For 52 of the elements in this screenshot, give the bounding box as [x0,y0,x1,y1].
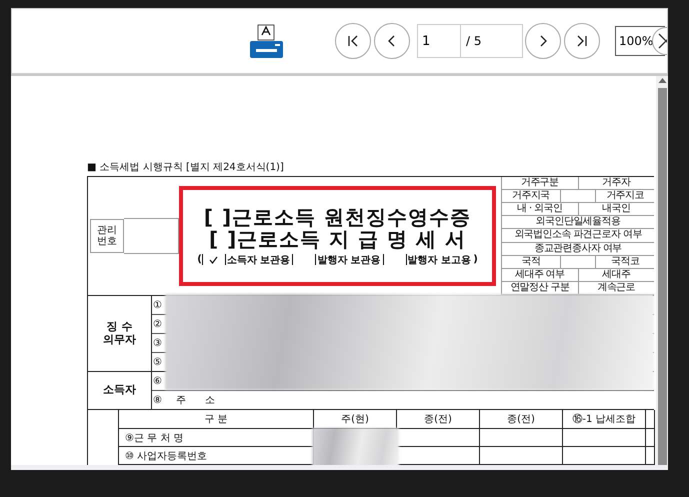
item-number: ⑤ [152,356,162,368]
info-cell-text: 외국인단일세율적용 [534,216,622,228]
page-field[interactable]: 1 / 5 [417,24,523,58]
item-number: ⑧ [152,394,162,406]
item-number: ③ [152,338,162,348]
management-number-cell [124,218,179,254]
info-cell-text: 거주지코 [605,190,645,202]
parenthesis: ) [473,254,478,265]
info-cell-text: 외국법인소속 파견근로자 여부 [513,229,643,242]
table-cell [646,410,655,429]
page-total: / 5 [465,33,482,50]
info-cell-text: 종교관련종사자 여부 [533,242,623,255]
column-header: 종(전) [397,410,480,429]
printer-icon[interactable] [248,24,285,58]
info-cell-text: 거주자 [601,177,632,190]
form-title: [ ]근로소득 지 급 명 세 서 [208,228,466,250]
item-label: 주 소 [176,394,216,407]
party-label: 소득자 [88,372,152,409]
column-header: ⑯-1 납세조합 [563,410,646,429]
form-title: [ ]근로소득 원천징수영수증 [204,206,472,228]
column-header: 구 분 [119,410,314,429]
copy-label: 발행자 보고용 [408,254,472,266]
copy-checkbox[interactable] [382,254,407,265]
party-label: 징 수 의무자 [88,296,152,371]
info-cell: 거주구분 [502,177,578,190]
info-cell: 세대주 여부 [502,268,578,281]
first-page-icon [346,34,360,48]
table-cell [646,429,655,447]
scroll-up-icon [658,76,666,84]
check-icon [209,256,218,264]
parenthesis: ( [197,254,202,265]
item-number: ⑥ [152,376,162,386]
management-number-label: 관리 번호 [90,219,124,253]
scrollbar-thumb[interactable] [658,88,666,465]
column-header: 종(전) [480,410,563,429]
table-cell [646,447,655,465]
item-number: ① [152,300,162,310]
copy-checkbox[interactable] [292,254,316,265]
item-number: ② [152,318,162,330]
info-cell: 거주지국 [502,190,561,202]
info-cell-text: 국적코 [610,256,640,268]
last-page-icon [575,34,589,48]
info-cell-text: 세대주 [601,268,632,281]
info-cell: 내 · 외국인 [502,203,578,216]
info-cell-text: 내국인 [601,203,632,216]
info-cell-text: 계속근로 [596,282,636,294]
copy-checkbox[interactable] [202,254,226,265]
copy-label: 소득자 보관용 [226,254,290,266]
zoom-level[interactable]: 100% [615,26,665,56]
copy-label: 발행자 보관용 [317,254,381,266]
form-caption: ■ 소득세법 시행규칙 [별지 제24호서식(1)] [87,161,285,174]
info-cell: 국적 [502,256,561,268]
